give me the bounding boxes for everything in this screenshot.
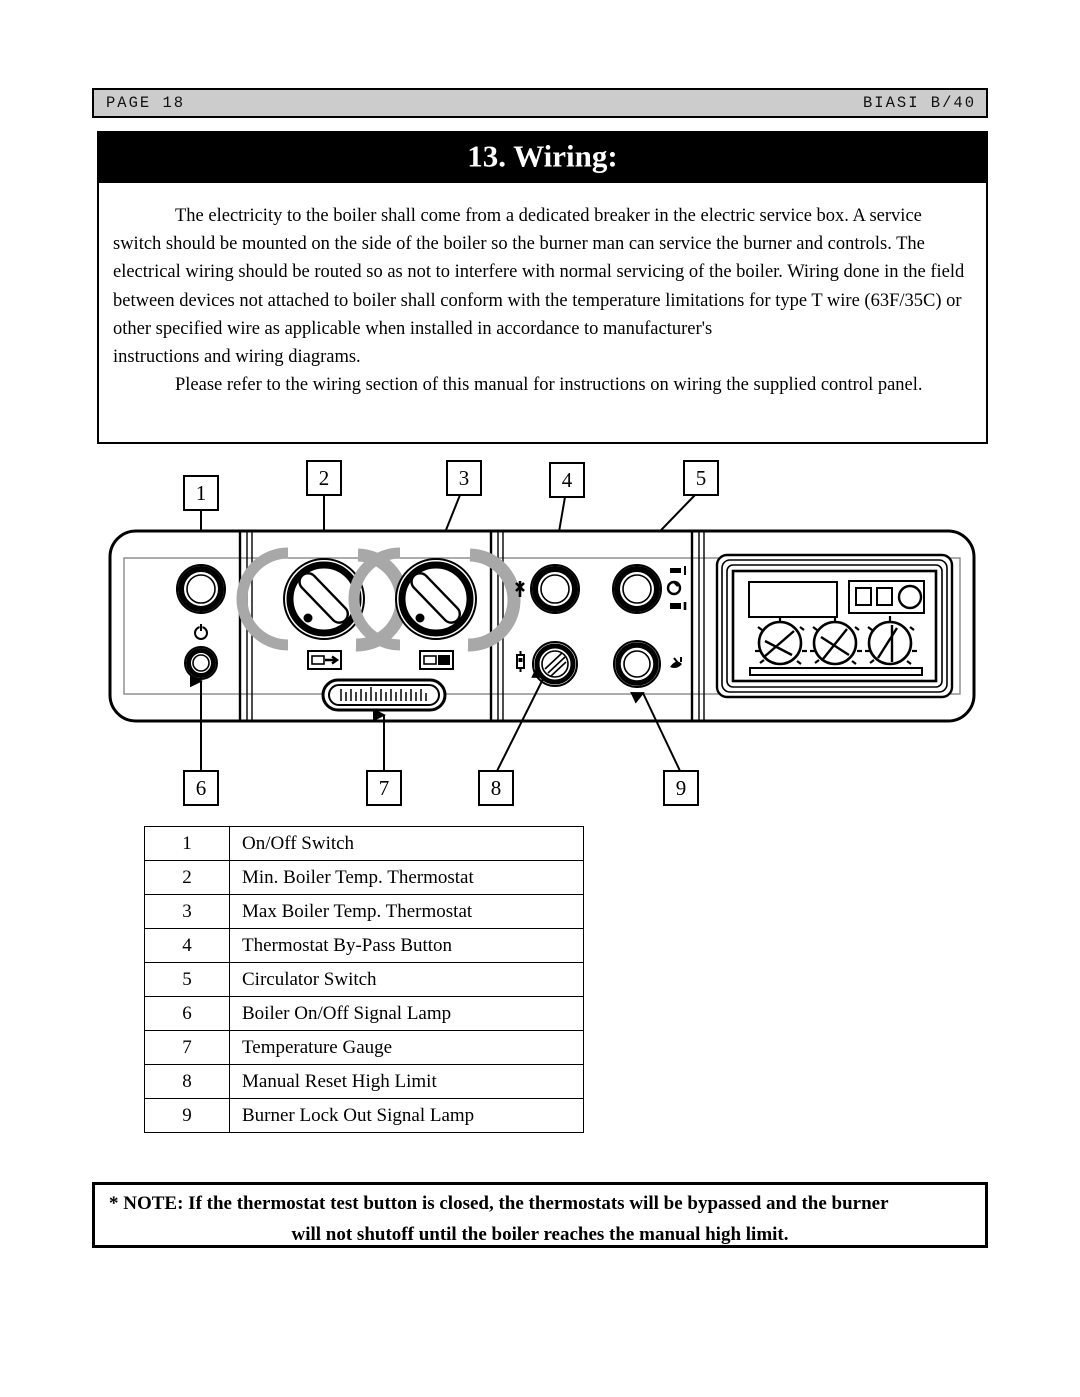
legend-number: 3 bbox=[144, 894, 230, 929]
page-number-label: PAGE 18 bbox=[106, 94, 186, 112]
section-title-band: 13. Wiring: bbox=[97, 131, 988, 183]
svg-text:6: 6 bbox=[196, 776, 207, 800]
body-paragraph-2: Please refer to the wiring section of th… bbox=[175, 375, 923, 396]
module-display bbox=[748, 581, 838, 618]
svg-text:4: 4 bbox=[562, 468, 573, 492]
burner-lockout-lamp-knob[interactable] bbox=[613, 640, 661, 688]
control-panel-diagram: 1 2 3 4 5 6 7 8 9 bbox=[92, 455, 992, 815]
legend-number: 7 bbox=[144, 1030, 230, 1065]
svg-text:7: 7 bbox=[379, 776, 390, 800]
min-temp-icon bbox=[307, 650, 342, 670]
max-temp-icon bbox=[419, 650, 454, 670]
svg-text:1: 1 bbox=[196, 481, 207, 505]
onoff-switch-knob[interactable] bbox=[176, 564, 226, 614]
legend-number: 6 bbox=[144, 996, 230, 1031]
table-row: 1 On/Off Switch bbox=[144, 826, 584, 861]
table-row: 3 Max Boiler Temp. Thermostat bbox=[144, 894, 584, 929]
legend-label: Temperature Gauge bbox=[229, 1030, 584, 1065]
circulator-switch-knob[interactable] bbox=[612, 564, 662, 614]
body-paragraph-1: The electricity to the boiler shall come… bbox=[113, 206, 965, 339]
burner-control-module bbox=[715, 553, 954, 699]
legend-label: Burner Lock Out Signal Lamp bbox=[229, 1098, 584, 1133]
note-line-1: * NOTE: If the thermostat test button is… bbox=[109, 1193, 889, 1214]
legend-label: Max Boiler Temp. Thermostat bbox=[229, 894, 584, 929]
svg-text:3: 3 bbox=[459, 466, 470, 490]
legend-number: 4 bbox=[144, 928, 230, 963]
legend-label: Circulator Switch bbox=[229, 962, 584, 997]
legend-label: Thermostat By-Pass Button bbox=[229, 928, 584, 963]
table-row: 6 Boiler On/Off Signal Lamp bbox=[144, 996, 584, 1031]
module-button-2 bbox=[876, 587, 893, 606]
model-label: BIASI B/40 bbox=[862, 94, 976, 112]
table-row: 2 Min. Boiler Temp. Thermostat bbox=[144, 860, 584, 895]
manual-reset-knob[interactable] bbox=[532, 641, 578, 687]
legend-label: On/Off Switch bbox=[229, 826, 584, 861]
body-text-box: The electricity to the boiler shall come… bbox=[97, 183, 988, 444]
legend-number: 1 bbox=[144, 826, 230, 861]
module-button-1 bbox=[855, 587, 872, 606]
body-paragraph-1b: instructions and wiring diagrams. bbox=[113, 347, 361, 368]
note-box: * NOTE: If the thermostat test button is… bbox=[92, 1182, 988, 1248]
document-page: PAGE 18 BIASI B/40 13. Wiring: The elect… bbox=[0, 0, 1080, 1397]
table-row: 8 Manual Reset High Limit bbox=[144, 1064, 584, 1099]
callout-box-7: 7 bbox=[366, 708, 402, 806]
table-row: 9 Burner Lock Out Signal Lamp bbox=[144, 1098, 584, 1133]
temperature-gauge bbox=[321, 678, 447, 712]
svg-text:8: 8 bbox=[491, 776, 502, 800]
table-row: 4 Thermostat By-Pass Button bbox=[144, 928, 584, 963]
svg-text:5: 5 bbox=[696, 466, 707, 490]
legend-label: Min. Boiler Temp. Thermostat bbox=[229, 860, 584, 895]
module-reset-button bbox=[897, 584, 923, 610]
note-line-2: will not shutoff until the boiler reache… bbox=[291, 1224, 789, 1245]
legend-number: 5 bbox=[144, 962, 230, 997]
legend-number: 2 bbox=[144, 860, 230, 895]
boiler-signal-lamp bbox=[184, 646, 218, 680]
legend-table: 1 On/Off Switch 2 Min. Boiler Temp. Ther… bbox=[144, 826, 584, 1133]
page-header-bar: PAGE 18 BIASI B/40 bbox=[92, 88, 988, 118]
bypass-button-knob[interactable] bbox=[530, 564, 580, 614]
legend-label: Boiler On/Off Signal Lamp bbox=[229, 996, 584, 1031]
table-row: 5 Circulator Switch bbox=[144, 962, 584, 997]
table-row: 7 Temperature Gauge bbox=[144, 1030, 584, 1065]
svg-text:9: 9 bbox=[676, 776, 687, 800]
legend-label: Manual Reset High Limit bbox=[229, 1064, 584, 1099]
legend-number: 8 bbox=[144, 1064, 230, 1099]
legend-number: 9 bbox=[144, 1098, 230, 1133]
page-title: 13. Wiring: bbox=[467, 138, 618, 174]
svg-text:2: 2 bbox=[319, 466, 330, 490]
